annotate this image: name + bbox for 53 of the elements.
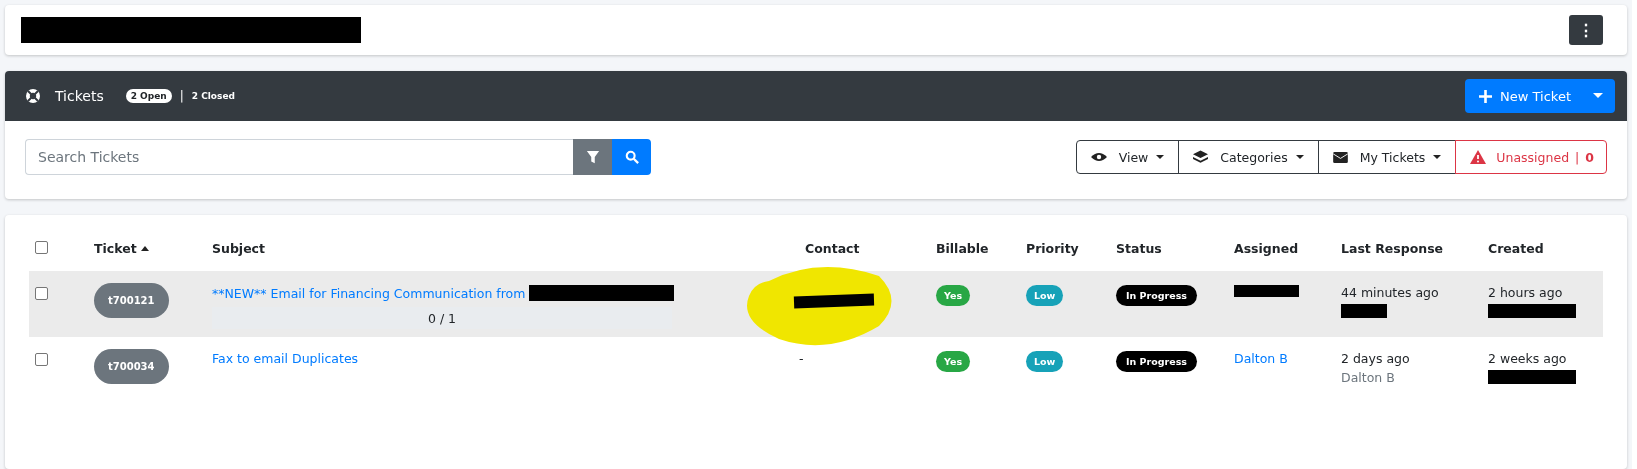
column-header[interactable]: Priority [1026, 240, 1079, 256]
last-response-text: 44 minutes ago [1341, 285, 1440, 300]
search-icon [624, 150, 639, 164]
unassigned-button[interactable]: Unassigned | 0 [1455, 140, 1607, 174]
layers-icon [1193, 150, 1209, 164]
ticket-subject-link[interactable]: Fax to email Duplicates [212, 351, 359, 366]
column-header[interactable]: Status [1116, 240, 1162, 256]
caret-icon [1593, 93, 1603, 99]
column-header[interactable]: Created [1488, 240, 1544, 256]
envelope-icon [1332, 151, 1348, 163]
caret-icon [1156, 154, 1165, 160]
filter-dropdown[interactable]: View [1075, 140, 1180, 174]
search-field[interactable]: Search Tickets [25, 139, 573, 175]
section-title: Tickets [55, 88, 104, 104]
status-badge: In Progress [1116, 285, 1198, 306]
contact-text: - [799, 351, 804, 366]
column-header[interactable]: Ticket [94, 240, 149, 256]
row-checkbox[interactable] [35, 287, 48, 300]
assignee-link[interactable]: Dalton B [1234, 351, 1288, 366]
ticket-id-badge[interactable]: t700121 [94, 283, 169, 318]
eye-icon [1090, 152, 1107, 162]
priority-badge: Low [1026, 351, 1064, 372]
caret-icon [1295, 154, 1304, 160]
caret-icon [1433, 154, 1442, 160]
filter-button[interactable] [573, 139, 612, 175]
created-text: 2 hours ago [1488, 285, 1564, 300]
closed-count-link[interactable]: 2 Closed [191, 91, 235, 101]
separator: | [179, 89, 184, 103]
billable-badge: Yes [936, 351, 971, 372]
billable-badge: Yes [936, 285, 971, 306]
select-all-checkbox[interactable] [35, 241, 48, 254]
priority-badge: Low [1026, 285, 1064, 306]
funnel-icon [585, 150, 600, 164]
column-header[interactable]: Assigned [1234, 240, 1299, 256]
created-text: 2 weeks ago [1488, 351, 1568, 366]
menu-button[interactable]: ⋮ [1569, 15, 1603, 45]
last-response-text: 2 days ago [1341, 351, 1411, 366]
ticket-id-badge[interactable]: t700034 [94, 349, 169, 384]
row-checkbox[interactable] [35, 353, 48, 366]
progress-bar: 0 / 1 [212, 307, 672, 329]
filter-dropdown[interactable]: My Tickets [1317, 140, 1457, 174]
column-header[interactable]: Last Response [1341, 240, 1444, 256]
search-button[interactable] [612, 139, 651, 175]
warning-icon [1470, 150, 1487, 164]
column-header[interactable]: Contact [805, 240, 860, 256]
filter-dropdown[interactable]: Categories [1178, 140, 1319, 174]
column-header[interactable]: Billable [936, 240, 989, 256]
plus-icon [1479, 89, 1493, 103]
responder-name: Dalton B [1341, 370, 1396, 385]
lifebuoy-icon [25, 88, 41, 104]
open-count-badge[interactable]: 2 Open [125, 89, 172, 103]
column-header[interactable]: Subject [212, 240, 265, 256]
status-badge: In Progress [1116, 351, 1198, 372]
